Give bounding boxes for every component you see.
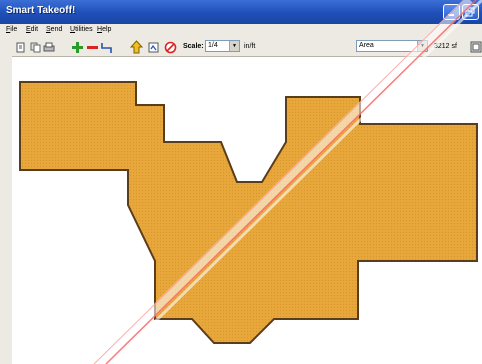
app-window: Smart Takeoff! File Edit Send Utilities … xyxy=(0,0,482,364)
glare-overlay xyxy=(93,0,482,364)
